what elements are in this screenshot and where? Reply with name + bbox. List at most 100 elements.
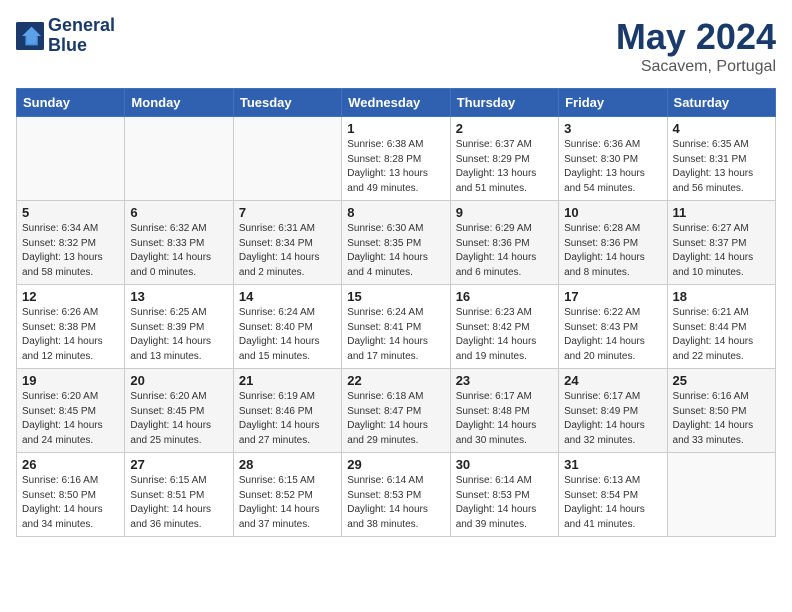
day-info: Sunrise: 6:34 AM Sunset: 8:32 PM Dayligh… [22,222,119,280]
day-info: Sunrise: 6:21 AM Sunset: 8:44 PM Dayligh… [673,306,770,364]
day-info: Sunrise: 6:15 AM Sunset: 8:52 PM Dayligh… [239,474,336,532]
day-info: Sunrise: 6:25 AM Sunset: 8:39 PM Dayligh… [130,306,227,364]
day-number: 27 [130,457,227,472]
title-block: May 2024 Sacavem, Portugal [616,16,776,76]
day-info: Sunrise: 6:32 AM Sunset: 8:33 PM Dayligh… [130,222,227,280]
logo: General Blue [16,16,115,56]
day-cell: 14 Sunrise: 6:24 AM Sunset: 8:40 PM Dayli… [233,285,341,369]
calendar-body: 1 Sunrise: 6:38 AM Sunset: 8:28 PM Daylig… [17,117,776,537]
day-cell: 17Sunrise: 6:22 AM Sunset: 8:43 PM Dayli… [559,285,667,369]
day-info: Sunrise: 6:17 AM Sunset: 8:49 PM Dayligh… [564,390,661,448]
day-number: 23 [456,373,553,388]
week-row-3: 12 Sunrise: 6:26 AM Sunset: 8:38 PM Dayli… [17,285,776,369]
logo-icon [16,22,44,50]
day-cell: 6 Sunrise: 6:32 AM Sunset: 8:33 PM Daylig… [125,201,233,285]
day-info: Sunrise: 6:31 AM Sunset: 8:34 PM Dayligh… [239,222,336,280]
day-info: Sunrise: 6:24 AM Sunset: 8:41 PM Dayligh… [347,306,444,364]
day-info: Sunrise: 6:16 AM Sunset: 8:50 PM Dayligh… [22,474,119,532]
day-number: 17 [564,289,661,304]
day-info: Sunrise: 6:26 AM Sunset: 8:38 PM Dayligh… [22,306,119,364]
day-number: 13 [130,289,227,304]
day-number: 12 [22,289,119,304]
day-number: 29 [347,457,444,472]
day-cell: 25 Sunrise: 6:16 AM Sunset: 8:50 PM Dayli… [667,369,775,453]
day-cell: 9 Sunrise: 6:29 AM Sunset: 8:36 PM Daylig… [450,201,558,285]
logo-text: General Blue [48,16,115,56]
day-number: 30 [456,457,553,472]
day-cell: 26 Sunrise: 6:16 AM Sunset: 8:50 PM Dayli… [17,453,125,537]
day-number: 14 [239,289,336,304]
day-cell: 30Sunrise: 6:14 AM Sunset: 8:53 PM Dayli… [450,453,558,537]
day-number: 26 [22,457,119,472]
day-number: 21 [239,373,336,388]
day-number: 9 [456,205,553,220]
day-info: Sunrise: 6:30 AM Sunset: 8:35 PM Dayligh… [347,222,444,280]
day-info: Sunrise: 6:20 AM Sunset: 8:45 PM Dayligh… [130,390,227,448]
logo-line2: Blue [48,36,115,56]
day-cell: 11 Sunrise: 6:27 AM Sunset: 8:37 PM Dayli… [667,201,775,285]
day-cell: 18 Sunrise: 6:21 AM Sunset: 8:44 PM Dayli… [667,285,775,369]
day-cell: 1 Sunrise: 6:38 AM Sunset: 8:28 PM Daylig… [342,117,450,201]
header: General Blue May 2024 Sacavem, Portugal [16,16,776,76]
day-info: Sunrise: 6:38 AM Sunset: 8:28 PM Dayligh… [347,138,444,196]
day-number: 16 [456,289,553,304]
day-info: Sunrise: 6:18 AM Sunset: 8:47 PM Dayligh… [347,390,444,448]
day-number: 6 [130,205,227,220]
day-info: Sunrise: 6:20 AM Sunset: 8:45 PM Dayligh… [22,390,119,448]
day-info: Sunrise: 6:27 AM Sunset: 8:37 PM Dayligh… [673,222,770,280]
header-row: SundayMondayTuesdayWednesdayThursdayFrid… [17,89,776,117]
day-cell: 21Sunrise: 6:19 AM Sunset: 8:46 PM Dayli… [233,369,341,453]
day-info: Sunrise: 6:29 AM Sunset: 8:36 PM Dayligh… [456,222,553,280]
day-info: Sunrise: 6:28 AM Sunset: 8:36 PM Dayligh… [564,222,661,280]
day-cell: 10 Sunrise: 6:28 AM Sunset: 8:36 PM Dayli… [559,201,667,285]
day-number: 20 [130,373,227,388]
day-info: Sunrise: 6:35 AM Sunset: 8:31 PM Dayligh… [673,138,770,196]
day-cell: 8 Sunrise: 6:30 AM Sunset: 8:35 PM Daylig… [342,201,450,285]
day-number: 10 [564,205,661,220]
day-number: 11 [673,205,770,220]
day-info: Sunrise: 6:24 AM Sunset: 8:40 PM Dayligh… [239,306,336,364]
day-cell: 19Sunrise: 6:20 AM Sunset: 8:45 PM Dayli… [17,369,125,453]
header-cell-tuesday: Tuesday [233,89,341,117]
day-cell [17,117,125,201]
week-row-4: 19Sunrise: 6:20 AM Sunset: 8:45 PM Dayli… [17,369,776,453]
day-number: 8 [347,205,444,220]
day-cell: 23 Sunrise: 6:17 AM Sunset: 8:48 PM Dayli… [450,369,558,453]
day-number: 31 [564,457,661,472]
day-cell: 12 Sunrise: 6:26 AM Sunset: 8:38 PM Dayli… [17,285,125,369]
day-number: 25 [673,373,770,388]
day-cell: 3Sunrise: 6:36 AM Sunset: 8:30 PM Daylig… [559,117,667,201]
day-cell: 24Sunrise: 6:17 AM Sunset: 8:49 PM Dayli… [559,369,667,453]
day-info: Sunrise: 6:16 AM Sunset: 8:50 PM Dayligh… [673,390,770,448]
day-number: 1 [347,121,444,136]
day-cell: 27 Sunrise: 6:15 AM Sunset: 8:51 PM Dayli… [125,453,233,537]
calendar-table: SundayMondayTuesdayWednesdayThursdayFrid… [16,88,776,537]
day-cell: 2 Sunrise: 6:37 AM Sunset: 8:29 PM Daylig… [450,117,558,201]
day-info: Sunrise: 6:15 AM Sunset: 8:51 PM Dayligh… [130,474,227,532]
page: General Blue May 2024 Sacavem, Portugal … [0,0,792,553]
month-title: May 2024 [616,16,776,58]
day-number: 18 [673,289,770,304]
day-info: Sunrise: 6:37 AM Sunset: 8:29 PM Dayligh… [456,138,553,196]
day-number: 4 [673,121,770,136]
day-cell: 31Sunrise: 6:13 AM Sunset: 8:54 PM Dayli… [559,453,667,537]
day-cell [233,117,341,201]
header-cell-thursday: Thursday [450,89,558,117]
header-cell-friday: Friday [559,89,667,117]
day-number: 22 [347,373,444,388]
day-cell [125,117,233,201]
location: Sacavem, Portugal [616,58,776,76]
day-cell: 16Sunrise: 6:23 AM Sunset: 8:42 PM Dayli… [450,285,558,369]
day-number: 28 [239,457,336,472]
calendar-header: SundayMondayTuesdayWednesdayThursdayFrid… [17,89,776,117]
day-number: 2 [456,121,553,136]
day-info: Sunrise: 6:17 AM Sunset: 8:48 PM Dayligh… [456,390,553,448]
day-cell [667,453,775,537]
header-cell-wednesday: Wednesday [342,89,450,117]
day-cell: 15 Sunrise: 6:24 AM Sunset: 8:41 PM Dayli… [342,285,450,369]
day-number: 15 [347,289,444,304]
day-cell: 22 Sunrise: 6:18 AM Sunset: 8:47 PM Dayli… [342,369,450,453]
day-cell: 4 Sunrise: 6:35 AM Sunset: 8:31 PM Daylig… [667,117,775,201]
week-row-1: 1 Sunrise: 6:38 AM Sunset: 8:28 PM Daylig… [17,117,776,201]
week-row-5: 26 Sunrise: 6:16 AM Sunset: 8:50 PM Dayli… [17,453,776,537]
